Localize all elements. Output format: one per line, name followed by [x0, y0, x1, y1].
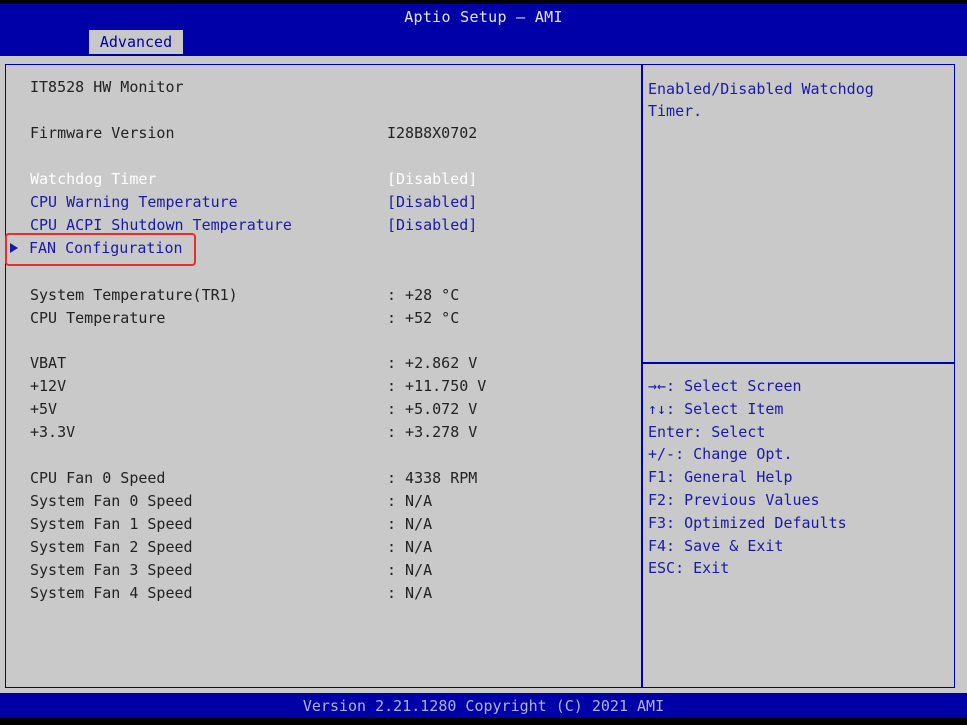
cpu-warning-temperature-value[interactable]: [Disabled] [387, 192, 477, 212]
key-select-screen: →←: Select Screen [648, 377, 802, 395]
system-fan-4-value: : N/A [387, 584, 433, 602]
voltage-12v-value: : +11.750 V [387, 377, 487, 395]
system-fan-3-value: : N/A [387, 561, 433, 579]
firmware-version-label: Firmware Version [30, 124, 175, 142]
key-save-exit: F4: Save & Exit [648, 536, 784, 555]
system-fan-4-label: System Fan 4 Speed [30, 584, 193, 602]
cpu-temperature-value: : +52 °C [387, 309, 460, 327]
key-change-opt: +/-: Change Opt. [648, 445, 793, 464]
key-enter-select: Enter: Select [648, 422, 766, 441]
cpu-fan-0-label: CPU Fan 0 Speed [30, 469, 166, 487]
vbat-value: : +2.862 V [387, 354, 478, 372]
vbat-label: VBAT [30, 354, 67, 372]
system-fan-0-label: System Fan 0 Speed [30, 492, 193, 510]
cpu-acpi-shutdown-temperature-label: CPU ACPI Shutdown Temperature [30, 216, 292, 234]
watchdog-timer-value[interactable]: [Disabled] [387, 169, 477, 189]
bottom-edge [0, 718, 967, 725]
key-exit: ESC: Exit [648, 559, 730, 578]
system-fan-2-value: : N/A [387, 538, 433, 556]
firmware-version-value: I28B8X0702 [387, 124, 478, 142]
help-divider [643, 362, 955, 364]
key-legend: →←: Select Screen ↑↓: Select Item Enter:… [648, 375, 847, 580]
system-fan-0-value: : N/A [387, 492, 433, 510]
voltage-3v3-value: : +3.278 V [387, 423, 478, 441]
system-fan-2-label: System Fan 2 Speed [30, 538, 193, 556]
system-fan-1-value: : N/A [387, 515, 433, 533]
voltage-3v3-label: +3.3V [30, 423, 76, 441]
app-title: Aptio Setup – AMI [404, 8, 563, 26]
panel-divider [641, 64, 643, 688]
key-previous-values: F2: Previous Values [648, 490, 820, 509]
key-general-help: F1: General Help [648, 468, 793, 487]
watchdog-timer-label: Watchdog Timer [30, 170, 157, 188]
page-heading-label: IT8528 HW Monitor [30, 78, 184, 96]
footer-bar: Version 2.21.1280 Copyright (C) 2021 AMI [0, 693, 967, 718]
voltage-12v-label: +12V [30, 377, 67, 395]
cpu-warning-temperature-label: CPU Warning Temperature [30, 193, 238, 211]
top-edge [0, 0, 967, 4]
voltage-5v-label: +5V [30, 400, 58, 418]
voltage-5v-value: : +5.072 V [387, 400, 478, 418]
cpu-acpi-shutdown-temperature-value[interactable]: [Disabled] [387, 215, 477, 235]
key-optimized-defaults: F3: Optimized Defaults [648, 513, 847, 532]
tab-advanced[interactable]: Advanced [89, 30, 183, 54]
system-fan-3-label: System Fan 3 Speed [30, 561, 193, 579]
highlight-box [5, 233, 196, 266]
system-fan-1-label: System Fan 1 Speed [30, 515, 193, 533]
cpu-temperature-label: CPU Temperature [30, 309, 166, 327]
system-temperature-value: : +28 °C [387, 286, 460, 304]
key-select-item: ↑↓: Select Item [648, 399, 784, 418]
help-text: Enabled/Disabled Watchdog Timer. [648, 80, 874, 120]
cpu-fan-0-value: : 4338 RPM [387, 469, 478, 487]
system-temperature-label: System Temperature(TR1) [30, 286, 238, 304]
title-bar: Aptio Setup – AMI Advanced [0, 0, 967, 56]
